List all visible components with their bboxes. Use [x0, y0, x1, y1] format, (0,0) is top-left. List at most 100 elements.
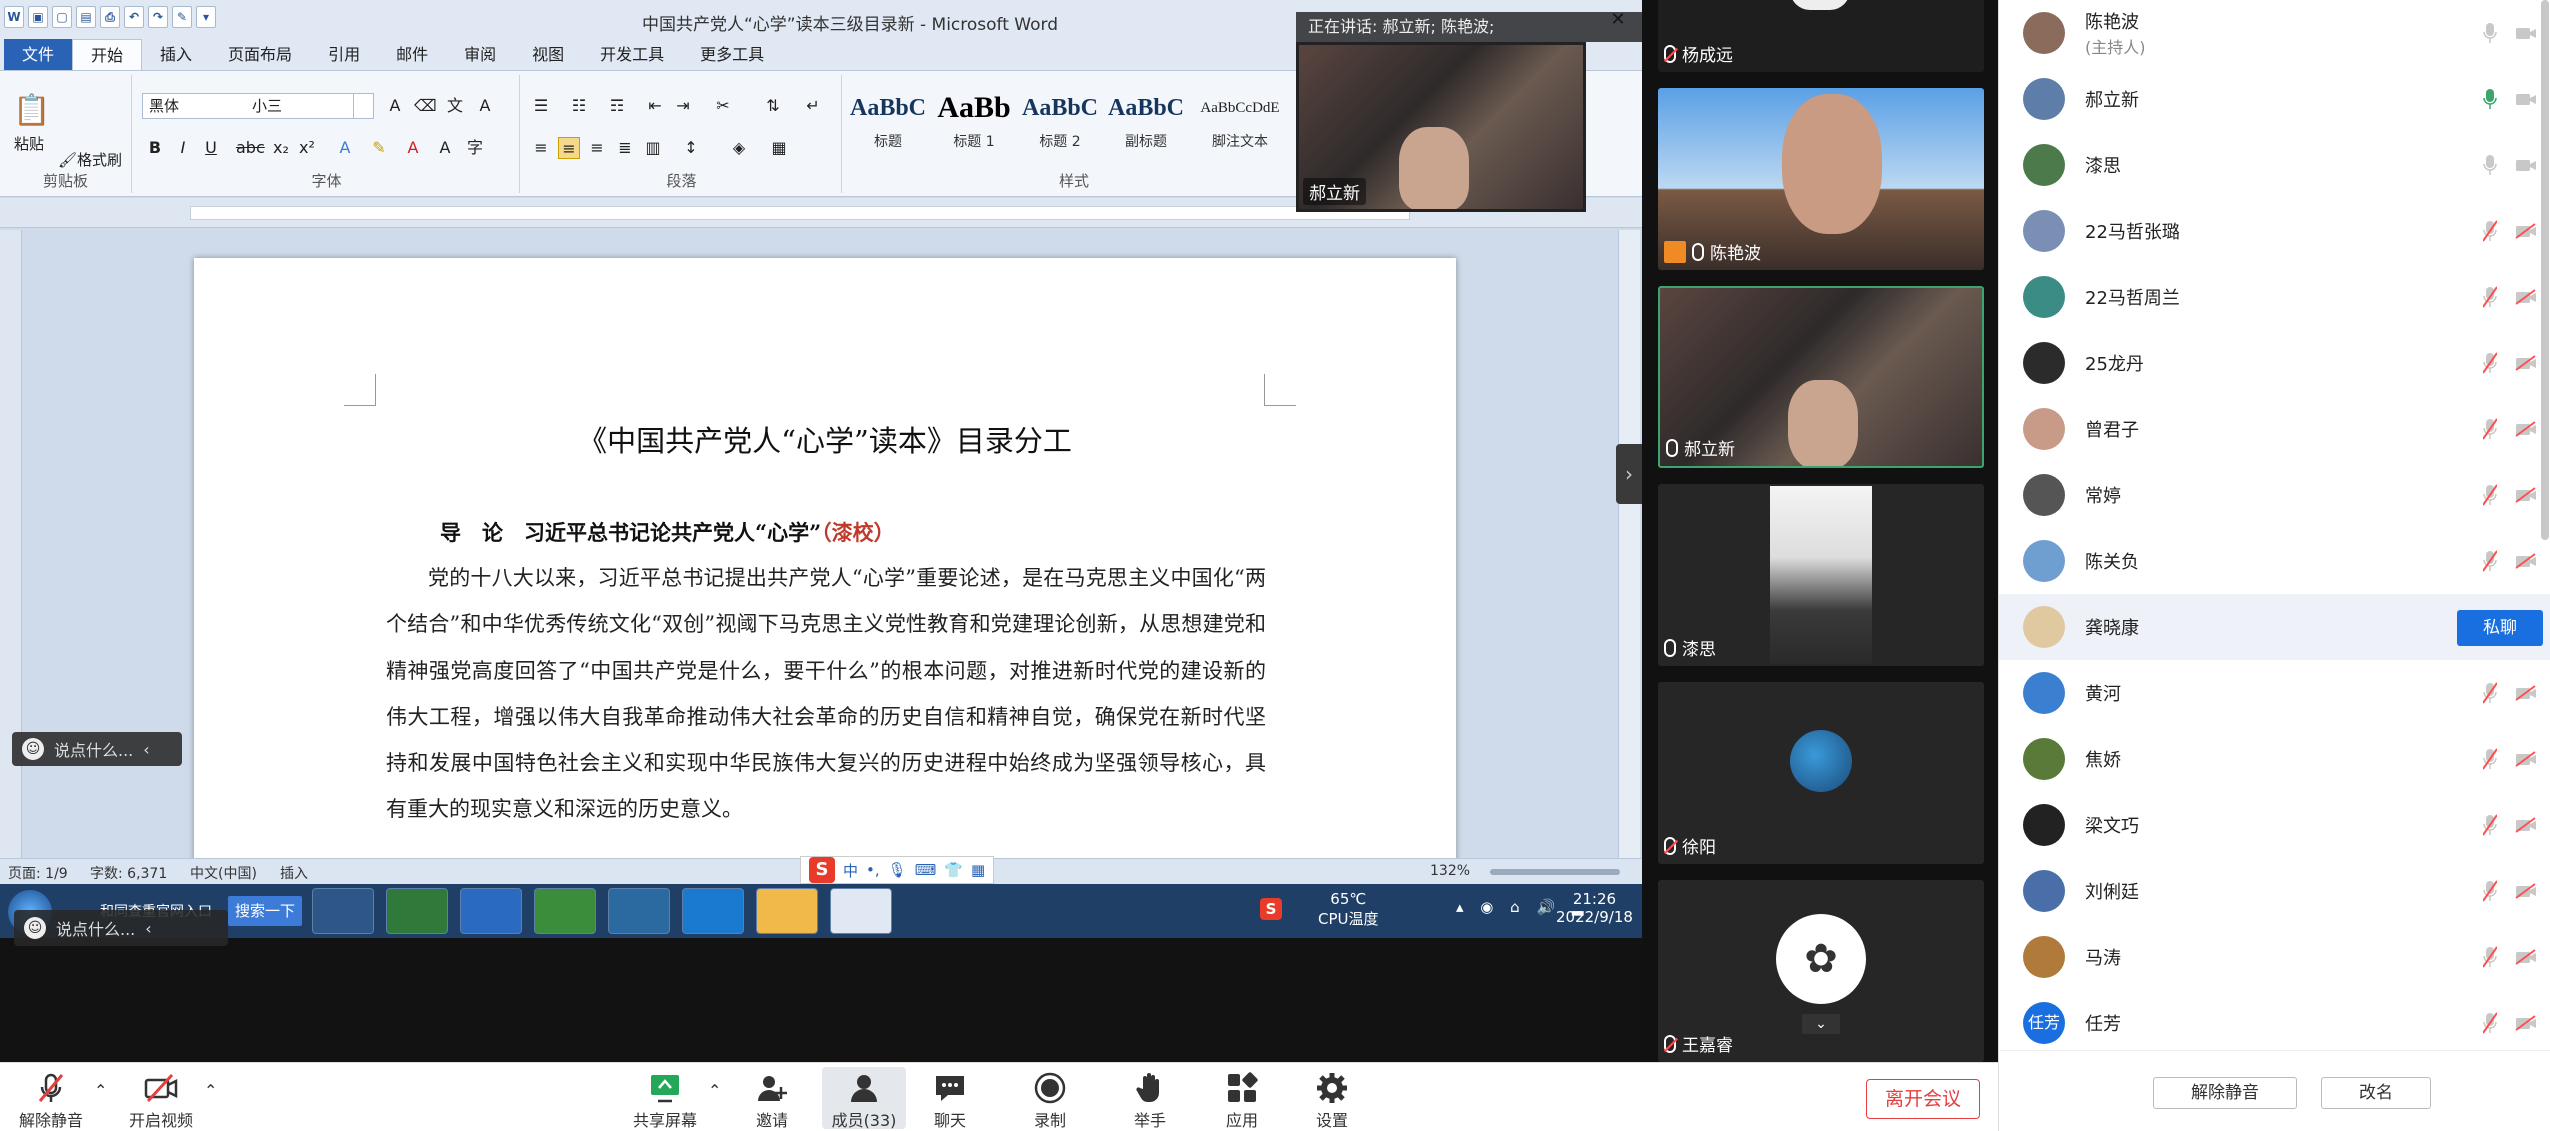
sort-icon[interactable]: ⇅ — [762, 95, 784, 117]
participant-row[interactable]: 常婷 — [1999, 462, 2550, 528]
mic-muted-icon[interactable] — [2483, 286, 2497, 308]
ime-skin-icon[interactable]: 👕 — [944, 861, 963, 879]
zoom-level[interactable]: 132% — [1430, 863, 1470, 879]
emoji-icon[interactable]: ☺ — [24, 917, 46, 939]
word-taskbar-icon[interactable] — [830, 888, 892, 934]
line-spacing-icon[interactable]: ↕ — [680, 137, 702, 159]
video-tile-active[interactable]: 郝立新 — [1658, 286, 1984, 468]
mic-muted-icon[interactable] — [2483, 1012, 2497, 1034]
text-effects-icon[interactable]: A — [334, 137, 356, 159]
style-heading-2[interactable]: AaBbC 标题 2 — [1018, 85, 1102, 165]
tab-developer[interactable]: 开发工具 — [582, 39, 682, 70]
style-heading-1[interactable]: AaBb 标题 1 — [932, 85, 1016, 165]
media-player-icon[interactable] — [534, 888, 596, 934]
ime-punct-icon[interactable]: •, — [866, 861, 880, 879]
ime-tools-icon[interactable]: ▦ — [971, 861, 985, 879]
document-heading[interactable]: 《中国共产党人“心学”读本》目录分工 — [194, 418, 1456, 460]
video-off-icon[interactable] — [2515, 355, 2537, 371]
apps-button[interactable]: 应用 — [1202, 1067, 1282, 1130]
tab-file[interactable]: 文件 — [4, 39, 73, 70]
customize-qat-icon[interactable]: ▾ — [196, 6, 216, 28]
mic-icon[interactable] — [2483, 22, 2497, 44]
video-off-icon[interactable] — [2515, 223, 2537, 239]
emoji-icon[interactable]: ☺ — [22, 738, 44, 760]
tencent-meeting-taskbar-icon[interactable] — [682, 888, 744, 934]
participant-row[interactable]: 陈艳波 (主持人) — [1999, 0, 2550, 66]
mic-muted-icon[interactable] — [2483, 946, 2497, 968]
video-off-icon[interactable] — [2515, 883, 2537, 899]
chevron-up-icon[interactable]: ⌃ — [708, 1081, 721, 1100]
video-off-icon[interactable] — [2515, 91, 2537, 107]
tab-mailings[interactable]: 邮件 — [378, 39, 446, 70]
word-count[interactable]: 字数: 6,371 — [90, 863, 167, 883]
clear-format-icon[interactable]: ⌫ — [414, 95, 437, 117]
collapse-icon[interactable]: ‹ — [143, 740, 149, 759]
participant-row[interactable]: 龚晓康 私聊 — [1999, 594, 2550, 660]
start-video-button[interactable]: 开启视频 — [118, 1067, 204, 1130]
participant-row[interactable]: 任芳 任芳 — [1999, 990, 2550, 1050]
grow-font-icon[interactable]: A — [384, 95, 406, 117]
char-border-icon[interactable]: A — [474, 95, 496, 117]
ie-icon[interactable] — [460, 888, 522, 934]
participant-row[interactable]: 焦娇 — [1999, 726, 2550, 792]
bullets-icon[interactable]: ☰ — [530, 95, 552, 117]
mic-muted-icon[interactable] — [2483, 220, 2497, 242]
undo-icon[interactable]: ↶ — [124, 6, 144, 28]
style-subtitle[interactable]: AaBbC 副标题 — [1104, 85, 1188, 165]
mic-icon[interactable] — [2483, 88, 2497, 110]
chinese-layout-icon[interactable]: ✂ — [712, 95, 734, 117]
font-size-select[interactable]: 小三 — [246, 93, 354, 119]
numbering-icon[interactable]: ☷ — [568, 95, 590, 117]
sogou-tray-icon[interactable]: S — [1260, 898, 1282, 920]
document-page[interactable]: 《中国共产党人“心学”读本》目录分工 导 论 习近平总书记论共产党人“心学”（漆… — [194, 258, 1456, 884]
private-chat-button[interactable]: 私聊 — [2457, 610, 2543, 646]
participant-row[interactable]: 漆思 — [1999, 132, 2550, 198]
document-body[interactable]: 党的十八大以来，习近平总书记提出共产党人“心学”重要论述，是在马克思主义中国化“… — [386, 555, 1266, 833]
chat-input-bubble[interactable]: ☺ 说点什么... ‹ — [12, 732, 182, 766]
video-off-icon[interactable] — [2515, 949, 2537, 965]
participant-row[interactable]: 梁文巧 — [1999, 792, 2550, 858]
participant-row[interactable]: 郝立新 — [1999, 66, 2550, 132]
leave-meeting-button[interactable]: 离开会议 — [1866, 1079, 1980, 1119]
char-shading-icon[interactable]: A — [434, 137, 456, 159]
video-off-icon[interactable] — [2515, 157, 2537, 173]
expand-panel-handle[interactable]: › — [1616, 444, 1642, 504]
mic-muted-icon[interactable] — [2483, 352, 2497, 374]
video-off-icon[interactable] — [2515, 487, 2537, 503]
subscript-icon[interactable]: x₂ — [270, 137, 292, 159]
unmute-all-button[interactable]: 解除静音 — [2153, 1077, 2297, 1109]
video-off-icon[interactable] — [2515, 553, 2537, 569]
decrease-indent-icon[interactable]: ⇤ — [644, 95, 666, 117]
new-doc-icon[interactable]: ▢ — [52, 6, 72, 28]
mic-icon[interactable] — [2483, 154, 2497, 176]
explorer-icon[interactable] — [312, 888, 374, 934]
unmute-button[interactable]: 解除静音 — [8, 1067, 94, 1130]
paste-button[interactable]: 粘贴 — [14, 133, 44, 154]
video-off-icon[interactable] — [2515, 685, 2537, 701]
redo-icon[interactable]: ↷ — [148, 6, 168, 28]
zoom-slider[interactable] — [1490, 869, 1620, 875]
distributed-icon[interactable]: ▥ — [642, 137, 664, 159]
pinyin-icon[interactable]: 文 — [444, 95, 466, 117]
share-screen-button[interactable]: 共享屏幕 — [622, 1067, 708, 1130]
participant-row[interactable]: 马涛 — [1999, 924, 2550, 990]
speaker-pip-video[interactable]: 郝立新 — [1296, 42, 1586, 212]
paste-icon[interactable]: 📋 — [12, 91, 52, 131]
tab-insert[interactable]: 插入 — [142, 39, 210, 70]
wechat-icon[interactable] — [756, 888, 818, 934]
chevron-up-icon[interactable]: ⌃ — [94, 1081, 107, 1100]
ime-keyboard-icon[interactable]: ⌨ — [915, 861, 937, 879]
participant-row[interactable]: 陈关负 — [1999, 528, 2550, 594]
multilevel-list-icon[interactable]: ☶ — [606, 95, 628, 117]
style-footnote[interactable]: AaBbCcDdE 脚注文本 — [1190, 85, 1290, 165]
align-right-icon[interactable]: ≡ — [586, 137, 608, 159]
participant-row[interactable]: 25龙丹 — [1999, 330, 2550, 396]
ime-lang-icon[interactable]: 中 — [843, 860, 858, 881]
borders-icon[interactable]: ▦ — [768, 137, 790, 159]
increase-indent-icon[interactable]: ⇥ — [672, 95, 694, 117]
underline-icon[interactable]: U — [200, 137, 222, 159]
language[interactable]: 中文(中国) — [190, 863, 257, 883]
mic-muted-icon[interactable] — [2483, 550, 2497, 572]
format-painter-button[interactable]: 🖌格式刷 — [58, 149, 122, 170]
chevron-down-icon[interactable]: ⌄ — [1802, 1014, 1840, 1034]
